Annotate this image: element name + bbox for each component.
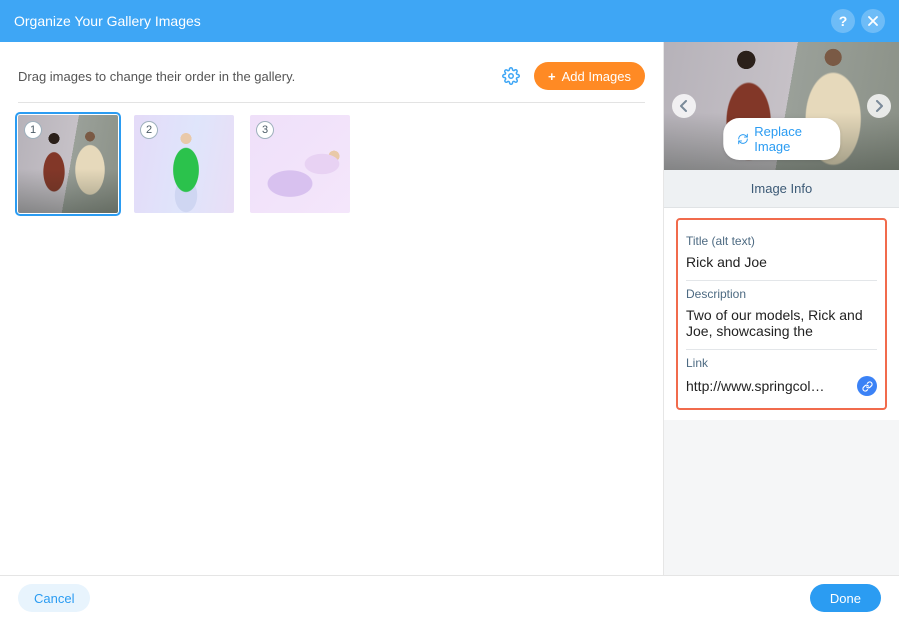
- chevron-left-icon: [679, 100, 689, 112]
- gallery-panel: Drag images to change their order in the…: [0, 42, 664, 575]
- add-images-label: Add Images: [562, 69, 631, 84]
- cancel-button[interactable]: Cancel: [18, 584, 90, 612]
- thumb-number-badge: 1: [24, 121, 42, 139]
- settings-icon[interactable]: [502, 67, 520, 85]
- link-field-label: Link: [686, 356, 877, 370]
- gallery-toolbar: Drag images to change their order in the…: [18, 62, 645, 103]
- add-images-button[interactable]: + Add Images: [534, 62, 645, 90]
- help-icon: ?: [839, 13, 848, 29]
- link-field-value[interactable]: http://www.springcol…: [686, 378, 825, 394]
- link-icon-badge[interactable]: [857, 376, 877, 396]
- close-icon: [868, 16, 878, 26]
- image-info-sidebar: Replace Image Image Info Title (alt text…: [664, 42, 899, 575]
- replace-image-button[interactable]: Replace Image: [723, 118, 841, 160]
- gallery-thumb[interactable]: 3: [250, 115, 350, 213]
- chevron-right-icon: [874, 100, 884, 112]
- replace-icon: [737, 132, 749, 146]
- replace-image-label: Replace Image: [754, 124, 826, 154]
- link-icon: [862, 381, 873, 392]
- image-info-header: Image Info: [664, 170, 899, 208]
- dialog-header: Organize Your Gallery Images ?: [0, 0, 899, 42]
- thumb-number-badge: 2: [140, 121, 158, 139]
- description-field-label: Description: [686, 287, 877, 301]
- help-button[interactable]: ?: [831, 9, 855, 33]
- divider: [686, 280, 877, 281]
- thumbnail-row: 1 2 3: [18, 115, 645, 213]
- description-field-value[interactable]: Two of our models, Rick and Joe, showcas…: [686, 301, 877, 349]
- thumb-number-badge: 3: [256, 121, 274, 139]
- next-image-button[interactable]: [867, 94, 891, 118]
- title-field-label: Title (alt text): [686, 234, 877, 248]
- divider: [686, 349, 877, 350]
- plus-icon: +: [548, 69, 556, 84]
- close-button[interactable]: [861, 9, 885, 33]
- image-info-fields: Title (alt text) Rick and Joe Descriptio…: [676, 218, 887, 410]
- dialog-title: Organize Your Gallery Images: [14, 13, 825, 29]
- instruction-text: Drag images to change their order in the…: [18, 69, 502, 84]
- title-field-value[interactable]: Rick and Joe: [686, 248, 877, 280]
- done-button[interactable]: Done: [810, 584, 881, 612]
- dialog-footer: Cancel Done: [0, 575, 899, 620]
- image-preview: Replace Image: [664, 42, 899, 170]
- gallery-thumb[interactable]: 2: [134, 115, 234, 213]
- gallery-thumb[interactable]: 1: [18, 115, 118, 213]
- prev-image-button[interactable]: [672, 94, 696, 118]
